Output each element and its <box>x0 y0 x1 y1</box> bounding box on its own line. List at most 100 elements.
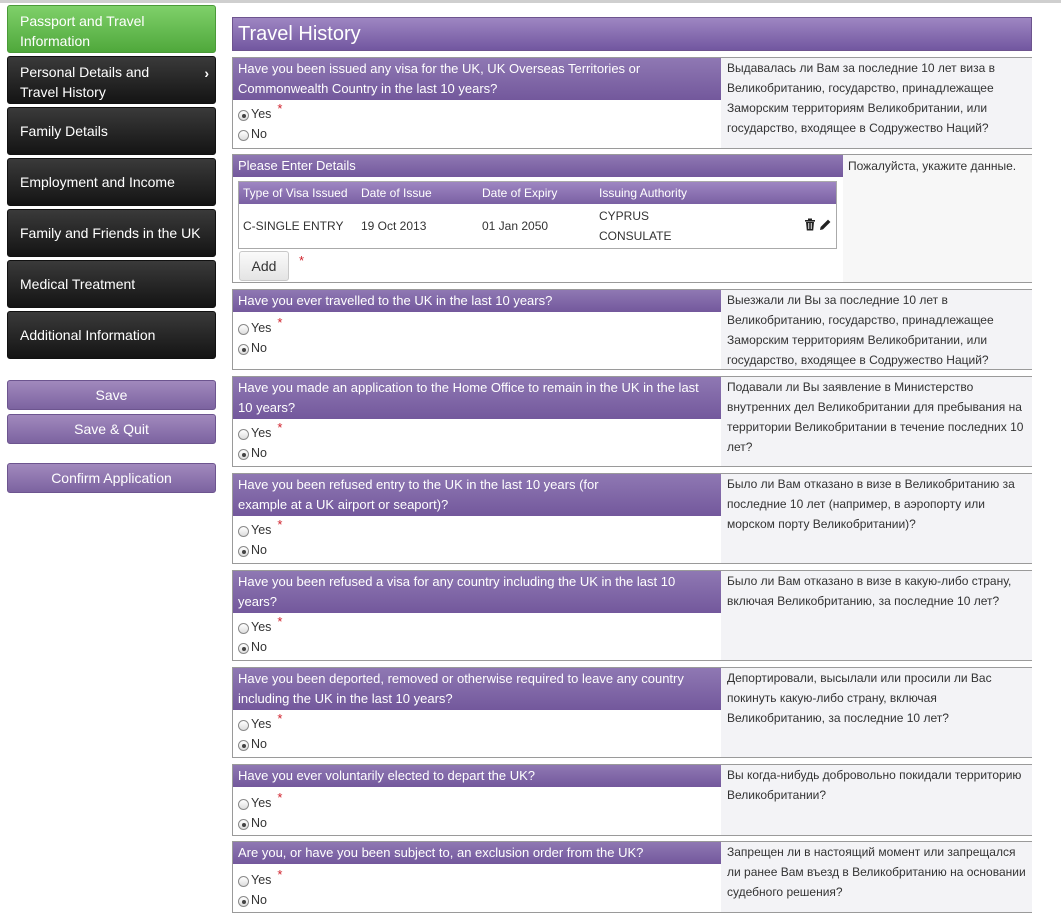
radio-no[interactable] <box>238 449 249 460</box>
required-marker: * <box>299 253 305 268</box>
radio-no[interactable] <box>238 643 249 654</box>
radio-label: No <box>251 127 267 141</box>
expiry-date-cell: 01 Jan 2050 <box>482 219 549 233</box>
issue-date-cell: 19 Oct 2013 <box>361 219 427 233</box>
radio-group: Yes * No <box>233 710 721 754</box>
radio-no[interactable] <box>238 344 249 355</box>
radio-yes[interactable] <box>238 799 249 810</box>
radio-yes[interactable] <box>238 876 249 887</box>
sidebar-item-label: Employment and Income <box>20 174 175 190</box>
question-translation: Выезжали ли Вы за последние 10 лет в Вел… <box>721 290 1032 369</box>
sidebar-item-personal-details[interactable]: Personal Details and Travel History › <box>7 56 216 104</box>
sidebar-item-family-friends-uk[interactable]: Family and Friends in the UK <box>7 209 216 257</box>
visa-type-cell: C-SINGLE ENTRY <box>243 219 344 233</box>
radio-label: Yes <box>251 321 272 335</box>
radio-yes[interactable] <box>238 110 249 121</box>
radio-yes[interactable] <box>238 526 249 537</box>
radio-label: No <box>251 893 267 907</box>
required-marker: * <box>277 866 283 882</box>
sidebar-item-additional[interactable]: Additional Information <box>7 311 216 359</box>
radio-label: Yes <box>251 426 272 440</box>
radio-no[interactable] <box>238 740 249 751</box>
question-text: Have you ever travelled to the UK in the… <box>233 290 721 312</box>
radio-no[interactable] <box>238 130 249 141</box>
sidebar-item-label: Personal Details and Travel History <box>20 64 150 100</box>
question-block: Have you been deported, removed or other… <box>232 667 1032 758</box>
question-translation: Подавали ли Вы заявление в Министерство … <box>721 377 1032 466</box>
radio-label: No <box>251 640 267 654</box>
column-header: Type of Visa Issued <box>243 186 348 200</box>
radio-label: Yes <box>251 796 272 810</box>
save-quit-button[interactable]: Save & Quit <box>7 414 216 444</box>
radio-no[interactable] <box>238 546 249 557</box>
radio-group: Yes * No <box>233 100 721 144</box>
radio-label: Yes <box>251 717 272 731</box>
question-translation: Выдавалась ли Вам за последние 10 лет ви… <box>721 58 1032 148</box>
trash-icon[interactable] <box>804 218 816 234</box>
question-block: Have you made an application to the Home… <box>232 376 1032 467</box>
question-translation: Вы когда-нибудь добровольно покидали тер… <box>721 765 1032 835</box>
question-translation: Было ли Вам отказано в визе в Великобрит… <box>721 474 1032 563</box>
required-marker: * <box>277 314 283 330</box>
question-text: Have you ever voluntarily elected to dep… <box>233 765 721 787</box>
question-text: Are you, or have you been subject to, an… <box>233 842 721 864</box>
confirm-application-button[interactable]: Confirm Application <box>7 463 216 493</box>
chevron-right-icon: › <box>204 65 209 81</box>
question-block: Have you been issued any visa for the UK… <box>232 57 1032 149</box>
question-translation: Запрещен ли в настоящий момент или запре… <box>721 842 1032 912</box>
visa-details-block: Please Enter Details Пожалуйста, укажите… <box>232 154 1032 283</box>
top-border <box>0 0 1061 3</box>
radio-label: No <box>251 816 267 830</box>
question-block: Have you been refused a visa for any cou… <box>232 570 1032 661</box>
question-translation: Было ли Вам отказано в визе в какую-либо… <box>721 571 1032 660</box>
save-button[interactable]: Save <box>7 380 216 410</box>
radio-label: No <box>251 737 267 751</box>
radio-group: Yes * No <box>233 787 721 833</box>
required-marker: * <box>277 516 283 532</box>
required-marker: * <box>277 789 283 805</box>
question-block: Have you ever travelled to the UK in the… <box>232 289 1032 370</box>
question-text: Have you been issued any visa for the UK… <box>233 58 721 100</box>
radio-label: Yes <box>251 107 272 121</box>
details-heading: Please Enter Details <box>233 155 843 177</box>
column-header: Date of Expiry <box>482 186 558 200</box>
details-translation: Пожалуйста, укажите данные. <box>843 155 1032 282</box>
radio-group: Yes * No <box>233 419 721 463</box>
radio-label: No <box>251 446 267 460</box>
radio-yes[interactable] <box>238 429 249 440</box>
sidebar-item-employment[interactable]: Employment and Income <box>7 158 216 206</box>
table-header: Type of Visa Issued Date of Issue Date o… <box>239 182 836 204</box>
column-header: Date of Issue <box>361 186 432 200</box>
radio-label: No <box>251 543 267 557</box>
radio-group: Yes * No <box>233 864 721 910</box>
sidebar-item-label: Passport and Travel Information <box>20 13 145 49</box>
radio-yes[interactable] <box>238 720 249 731</box>
radio-label: Yes <box>251 620 272 634</box>
sidebar-item-label: Family Details <box>20 123 108 139</box>
table-row: C-SINGLE ENTRY 19 Oct 2013 01 Jan 2050 C… <box>239 204 836 248</box>
question-text: Have you been refused entry to the UK in… <box>233 474 721 516</box>
radio-label: Yes <box>251 523 272 537</box>
main-content: Travel History Have you been issued any … <box>232 17 1032 913</box>
pencil-icon[interactable] <box>819 218 832 234</box>
required-marker: * <box>277 100 283 116</box>
sidebar-item-label: Additional Information <box>20 327 156 343</box>
sidebar-item-family-details[interactable]: Family Details <box>7 107 216 155</box>
radio-label: Yes <box>251 873 272 887</box>
radio-no[interactable] <box>238 819 249 830</box>
column-header: Issuing Authority <box>599 186 688 200</box>
required-marker: * <box>277 419 283 435</box>
question-block: Have you been refused entry to the UK in… <box>232 473 1032 564</box>
radio-yes[interactable] <box>238 623 249 634</box>
radio-no[interactable] <box>238 896 249 907</box>
visa-table: Type of Visa Issued Date of Issue Date o… <box>238 181 837 249</box>
required-marker: * <box>277 613 283 629</box>
sidebar-item-passport[interactable]: Passport and Travel Information <box>7 5 216 53</box>
sidebar-item-medical[interactable]: Medical Treatment <box>7 260 216 308</box>
required-marker: * <box>277 710 283 726</box>
question-block: Have you ever voluntarily elected to dep… <box>232 764 1032 836</box>
add-visa-button[interactable]: Add <box>239 251 289 281</box>
radio-yes[interactable] <box>238 324 249 335</box>
page-title: Travel History <box>232 17 1032 51</box>
radio-label: No <box>251 341 267 355</box>
